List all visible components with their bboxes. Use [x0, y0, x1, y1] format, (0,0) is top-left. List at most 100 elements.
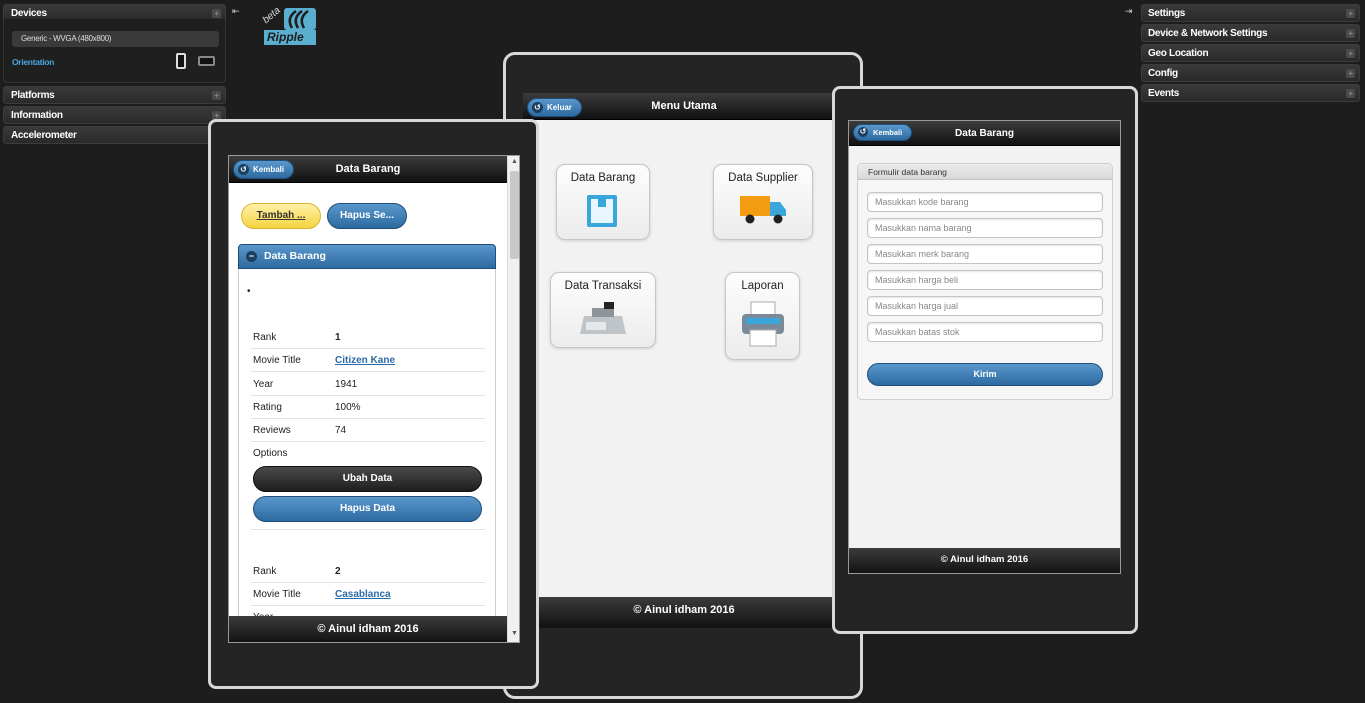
ubah-data-button[interactable]: Ubah Data [253, 466, 482, 492]
scroll-down-arrow[interactable]: ▼ [511, 630, 518, 637]
back-arrow-icon: ↺ [532, 102, 543, 113]
collapsible-header[interactable]: − Data Barang [238, 244, 496, 269]
collapsible-title: Data Barang [264, 250, 326, 262]
list-footer: © Ainul idham 2016 [229, 616, 507, 642]
bullet: • [247, 286, 251, 297]
platforms-title: Platforms [11, 90, 55, 101]
record-divider [251, 529, 485, 530]
portrait-icon[interactable] [176, 53, 186, 69]
kembali-button[interactable]: ↺ Kembali [853, 124, 913, 141]
cell-label: Options [253, 448, 288, 459]
cash-register-icon [580, 302, 626, 334]
expand-icon[interactable]: + [1346, 49, 1355, 58]
cell-label: Movie Title [253, 589, 301, 600]
collapse-minus-icon: − [246, 251, 257, 262]
expand-icon[interactable]: + [212, 9, 221, 18]
table-row: Rating 100% [251, 397, 485, 419]
accelerometer-title: Accelerometer [11, 130, 77, 141]
tile-label: Data Transaksi [564, 280, 642, 292]
hapus-data-button[interactable]: Hapus Data [253, 496, 482, 522]
cell-value: 1941 [335, 379, 358, 390]
cell-label: Rating [253, 402, 282, 413]
keluar-button[interactable]: ↺ Keluar [527, 98, 582, 117]
tile-label: Laporan [741, 280, 784, 292]
table-row: Year 1941 [251, 374, 485, 396]
menu-title: Menu Utama [651, 100, 717, 112]
kembali-button[interactable]: ↺ Kembali [233, 160, 295, 179]
harga-jual-input[interactable]: Masukkan harga jual [867, 296, 1103, 316]
kode-barang-input[interactable]: Masukkan kode barang [867, 192, 1103, 212]
orientation-label: Orientation [12, 57, 55, 67]
movie-title-link[interactable]: Citizen Kane [335, 355, 395, 366]
cell-value: 74 [335, 425, 347, 436]
form-screen: Data Barang ↺ Kembali Formulir data bara… [848, 120, 1121, 574]
tile-data-barang[interactable]: Data Barang [556, 164, 650, 240]
collapse-right-icon[interactable]: ⇥ [1125, 6, 1133, 17]
tile-data-supplier[interactable]: Data Supplier [713, 164, 813, 240]
expand-icon[interactable]: + [1346, 69, 1355, 78]
settings-title: Settings [1148, 8, 1186, 19]
geo-location-panel-header[interactable]: Geo Location + [1141, 44, 1360, 62]
nama-barang-input[interactable]: Masukkan nama barang [867, 218, 1103, 238]
back-arrow-icon: ↺ [238, 164, 249, 175]
cell-value: 2 [335, 566, 341, 577]
batas-stok-input[interactable]: Masukkan batas stok [867, 322, 1103, 342]
beta-badge: beta [260, 5, 283, 26]
expand-icon[interactable]: + [1346, 9, 1355, 18]
expand-icon[interactable]: + [1346, 29, 1355, 38]
form-footer: © Ainul idham 2016 [849, 548, 1120, 573]
table-row: Options [251, 443, 485, 465]
config-title: Config [1148, 68, 1178, 79]
landscape-icon[interactable] [198, 56, 215, 66]
cell-label: Year [253, 379, 274, 390]
device-select[interactable]: Generic - WVGA (480x800) [12, 31, 219, 47]
collapse-left-icon[interactable]: ⇤ [232, 6, 240, 17]
harga-beli-input[interactable]: Masukkan harga beli [867, 270, 1103, 290]
table-row: Rank 1 [251, 327, 485, 349]
keluar-label: Keluar [547, 103, 572, 112]
cell-value: 100% [335, 402, 361, 413]
scroll-up-arrow[interactable]: ▲ [511, 158, 518, 165]
menu-screen: Menu Utama ↺ Keluar Data Barang Data Sup… [523, 93, 845, 628]
cell-label: Rank [253, 332, 277, 343]
logo-name: Ripple [264, 30, 316, 45]
truck-icon [740, 196, 786, 224]
config-panel-header[interactable]: Config + [1141, 64, 1360, 82]
events-title: Events [1148, 88, 1179, 99]
footer-text: © Ainul idham 2016 [940, 554, 1029, 565]
table-row: Movie Title Citizen Kane [251, 350, 485, 372]
devices-title: Devices [11, 8, 47, 19]
tile-laporan[interactable]: Laporan [725, 272, 800, 360]
expand-icon[interactable]: + [212, 91, 221, 100]
list-title: Data Barang [335, 163, 401, 175]
settings-panel-header[interactable]: Settings + [1141, 4, 1360, 22]
tile-data-transaksi[interactable]: Data Transaksi [550, 272, 656, 348]
kirim-button[interactable]: Kirim [867, 363, 1103, 386]
list-scrollbar[interactable]: ▲ ▼ [507, 156, 519, 642]
device-network-title: Device & Network Settings [1148, 28, 1268, 39]
information-title: Information [11, 110, 63, 121]
device-network-panel-header[interactable]: Device & Network Settings + [1141, 24, 1360, 42]
cell-label: Reviews [253, 425, 291, 436]
devices-panel-body: Generic - WVGA (480x800) Orientation [3, 19, 226, 83]
footer-text: © Ainul idham 2016 [317, 623, 419, 635]
form-card-header: Formulir data barang [858, 164, 1112, 180]
menu-footer: © Ainul idham 2016 [523, 597, 845, 628]
kembali-label: Kembali [873, 128, 903, 137]
printer-icon [741, 301, 784, 347]
movie-title-link[interactable]: Casablanca [335, 589, 391, 600]
kembali-label: Kembali [253, 165, 285, 174]
expand-icon[interactable]: + [1346, 89, 1355, 98]
list-screen: Data Barang ↺ Kembali ▲ ▼ Tambah ... Hap… [228, 155, 520, 643]
merk-barang-input[interactable]: Masukkan merk barang [867, 244, 1103, 264]
tambah-button[interactable]: Tambah ... [241, 203, 321, 229]
accelerometer-panel-header[interactable]: Accelerometer [3, 126, 226, 144]
platforms-panel-header[interactable]: Platforms + [3, 86, 226, 104]
table-row: Reviews 74 [251, 420, 485, 442]
information-panel-header[interactable]: Information + [3, 106, 226, 124]
form-screen-title: Data Barang [955, 128, 1014, 139]
events-panel-header[interactable]: Events + [1141, 84, 1360, 102]
footer-text: © Ainul idham 2016 [633, 604, 735, 616]
scroll-thumb[interactable] [510, 171, 519, 259]
hapus-selected-button[interactable]: Hapus Se... [327, 203, 407, 229]
